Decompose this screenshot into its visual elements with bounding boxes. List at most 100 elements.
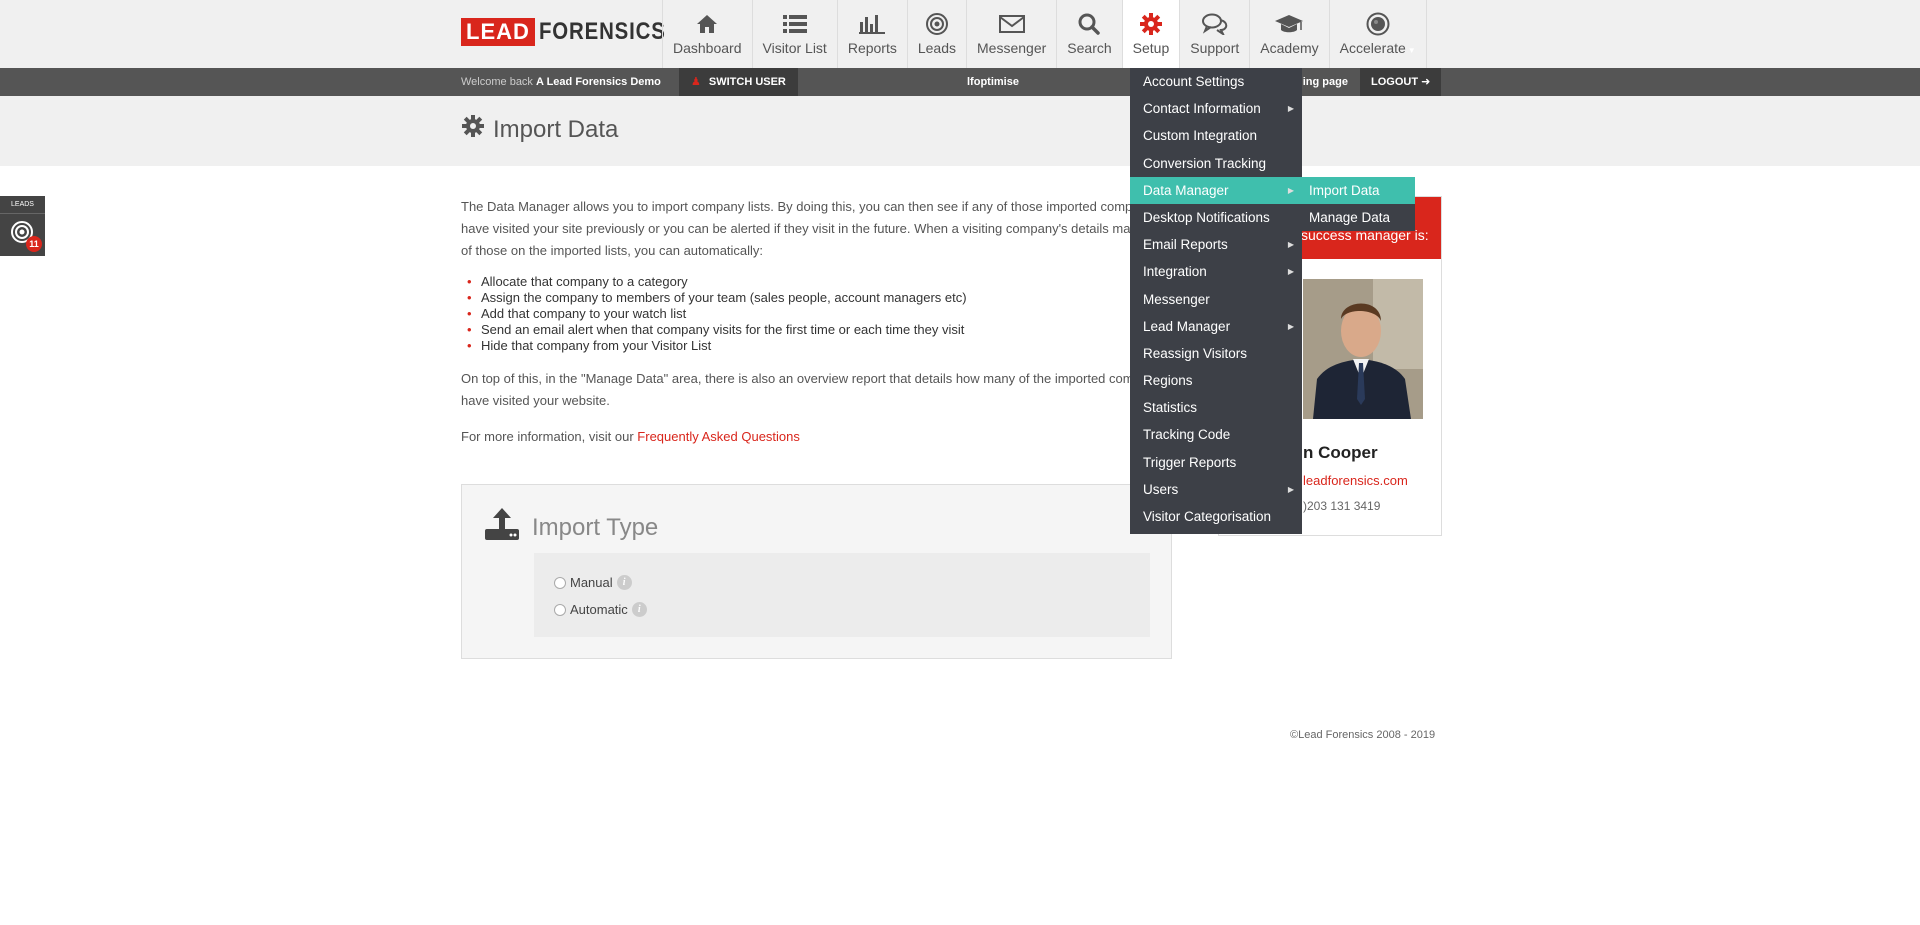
logo-lead-text: LEAD [461,18,535,46]
more-info-paragraph: For more information, visit our Frequent… [461,426,1181,448]
manual-radio[interactable] [554,576,566,589]
menu-item-conversion-tracking[interactable]: Conversion Tracking [1130,150,1302,177]
optimise-link[interactable]: lfoptimise [967,68,1019,96]
info-icon[interactable]: i [616,575,632,590]
menu-item-label: Data Manager [1143,182,1229,198]
menu-item-label: Tracking Code [1143,427,1231,443]
menu-item-label: Statistics [1143,400,1198,416]
menu-item-label: Users [1143,481,1179,497]
list-item: Assign the company to members of your te… [467,290,1181,306]
chevron-right-icon: ▶ [1287,321,1294,331]
menu-item-label: Visitor Categorisation [1143,509,1272,524]
menu-item-users[interactable]: Users ▶ [1130,476,1302,503]
nav-label: Leads [917,40,957,56]
logout-label: LOGOUT [1371,76,1419,88]
logout-button[interactable]: LOGOUT ➜ [1360,68,1441,96]
user-bar: Welcome back A Lead Forensics Demo ♟ SWIT… [0,68,1920,96]
menu-item-visitor-categorisation[interactable]: Visitor Categorisation [1130,503,1302,530]
search-icon [1078,12,1101,36]
nav-academy[interactable]: Academy [1249,0,1328,68]
nav-search[interactable]: Search [1056,0,1121,68]
menu-item-custom-integration[interactable]: Custom Integration [1130,122,1302,149]
accelerate-icon [1366,12,1390,36]
target-icon [925,12,948,36]
setup-dropdown-menu: Account Settings Contact Information ▶ Cu… [1130,68,1302,534]
faq-link[interactable]: Frequently Asked Questions [637,429,800,444]
feature-list: Allocate that company to a category Assi… [467,274,1181,354]
nav-support[interactable]: Support [1179,0,1249,68]
menu-item-trigger-reports[interactable]: Trigger Reports [1130,449,1302,476]
menu-item-messenger[interactable]: Messenger [1130,286,1302,313]
page-title-text: Import Data [493,115,619,143]
menu-item-email-reports[interactable]: Email Reports ▶ [1130,231,1302,258]
menu-item-regions[interactable]: Regions [1130,367,1302,394]
import-type-header: Import Type [484,507,658,548]
menu-item-label: Integration [1143,264,1207,280]
nav-setup[interactable]: Setup [1121,0,1180,68]
menu-item-reassign-visitors[interactable]: Reassign Visitors [1130,340,1302,367]
menu-item-account-settings[interactable]: Account Settings [1130,68,1302,95]
nav-label: Reports [847,40,897,56]
nav-label: Dashboard [673,40,742,56]
list-item: Hide that company from your Visitor List [467,338,1181,354]
list-item: Add that company to your watch list [467,306,1181,322]
page-title: Import Data [461,114,618,145]
user-icon: ♟ [691,76,701,88]
submenu-item-manage-data[interactable]: Manage Data [1302,204,1415,231]
landing-page-link[interactable]: ding page [1296,68,1348,96]
menu-item-tracking-code[interactable]: Tracking Code [1130,421,1302,448]
submenu-item-import-data[interactable]: Import Data [1302,177,1415,204]
list-item: Send an email alert when that company vi… [467,322,1181,338]
manual-option[interactable]: Manual i [554,569,1130,596]
menu-item-integration[interactable]: Integration ▶ [1130,258,1302,285]
info-icon[interactable]: i [631,602,647,617]
nav-accelerate-label: Accelerate [1339,40,1406,56]
account-manager-email[interactable]: leadforensics.com [1303,473,1408,488]
account-name: A Lead Forensics Demo [536,76,661,88]
menu-item-desktop-notifications[interactable]: Desktop Notifications [1130,204,1302,231]
menu-item-statistics[interactable]: Statistics [1130,394,1302,421]
chat-icon [1201,12,1228,36]
automatic-radio[interactable] [554,603,566,616]
intro-paragraph: The Data Manager allows you to import co… [461,199,1174,258]
nav-accelerate[interactable]: Accelerate ▼ [1328,0,1427,68]
account-manager-phone: )203 131 3419 [1303,499,1381,513]
menu-item-label: Lead Manager [1143,318,1231,334]
title-band [0,96,1920,166]
main-content: The Data Manager allows you to import co… [461,196,1181,448]
chevron-right-icon: ▶ [1287,240,1294,250]
automatic-label: Automatic [570,602,628,617]
leads-widget[interactable]: LEADS 11 [0,196,45,256]
list-icon [782,12,807,36]
envelope-icon [998,12,1025,36]
main-nav: Dashboard Visitor List Reports Leads Mes… [662,0,1427,68]
switch-user-button[interactable]: ♟ SWITCH USER [679,68,798,96]
nav-leads[interactable]: Leads [906,0,966,68]
menu-item-lead-manager[interactable]: Lead Manager ▶ [1130,313,1302,340]
nav-messenger[interactable]: Messenger [966,0,1056,68]
top-navigation-bar: LEAD FORENSICS Dashboard Visitor List Re… [0,0,1920,68]
nav-label: Setup [1132,40,1170,56]
chevron-right-icon: ▶ [1287,104,1294,114]
nav-label: Support [1190,40,1240,56]
nav-label: Messenger [977,40,1047,56]
bar-chart-icon [859,12,886,36]
menu-item-data-manager[interactable]: Data Manager ▶ [1130,176,1302,204]
data-manager-submenu: Import Data Manage Data [1302,177,1415,231]
account-manager-photo [1303,279,1423,419]
chevron-right-icon: ▶ [1287,185,1294,195]
menu-item-label: Contact Information [1143,101,1261,117]
nav-reports[interactable]: Reports [836,0,907,68]
menu-item-label: Regions [1143,373,1193,389]
menu-item-contact-information[interactable]: Contact Information ▶ [1130,95,1302,122]
import-type-panel: Import Type Manual i Automatic i [461,484,1172,659]
welcome-prefix: Welcome back [461,76,533,88]
logo-forensics-text: FORENSICS [538,18,666,45]
nav-label: Visitor List [762,40,827,56]
upload-icon [484,507,520,548]
nav-visitor-list[interactable]: Visitor List [751,0,837,68]
footer-copyright: ©Lead Forensics 2008 - 2019 [1290,729,1436,741]
automatic-option[interactable]: Automatic i [554,596,1130,623]
nav-dashboard[interactable]: Dashboard [662,0,752,68]
lead-forensics-logo[interactable]: LEAD FORENSICS [461,18,688,46]
